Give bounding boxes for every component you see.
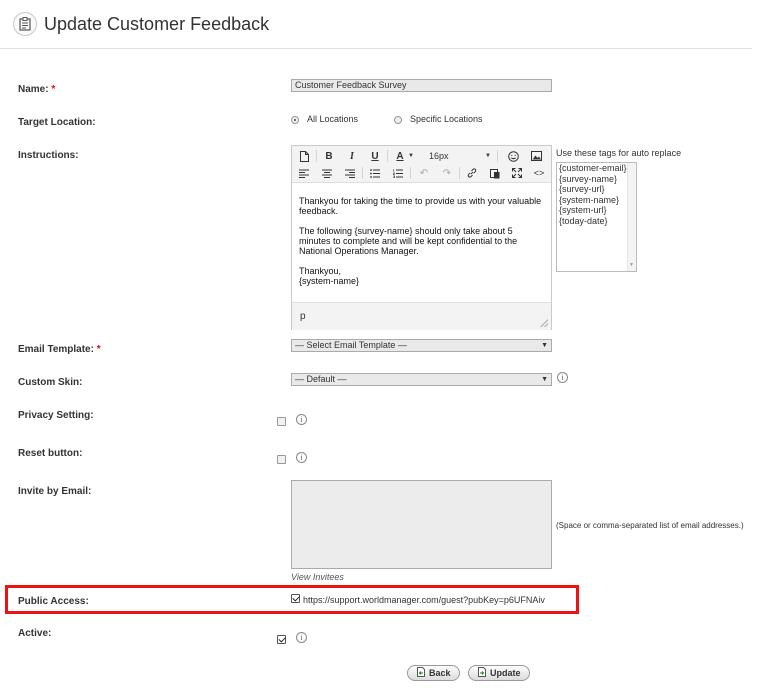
- font-size-select[interactable]: 16px: [429, 149, 489, 163]
- new-document-icon[interactable]: [296, 149, 312, 163]
- update-button[interactable]: Update: [468, 665, 530, 681]
- invite-email-textarea[interactable]: [291, 480, 552, 569]
- scroll-down-icon[interactable]: ▼: [629, 262, 634, 268]
- email-template-label-text: Email Template:: [18, 344, 94, 355]
- required-marker: *: [96, 344, 101, 355]
- italic-icon[interactable]: I: [344, 149, 360, 163]
- info-icon[interactable]: i: [296, 452, 307, 463]
- align-left-icon[interactable]: [296, 166, 312, 180]
- email-template-label: Email Template: *: [18, 344, 101, 355]
- required-marker: *: [51, 84, 56, 95]
- editor-toolbar: B I U A ▼ 16px ▼ ↶ ↷ <>: [292, 146, 551, 183]
- clipboard-icon: [13, 12, 37, 36]
- reset-button-label: Reset button:: [18, 448, 83, 459]
- editor-paragraph: The following {survey-name} should only …: [299, 226, 518, 256]
- invite-email-hint: (Space or comma-separated list of email …: [556, 521, 744, 530]
- align-right-icon[interactable]: [342, 166, 358, 180]
- bullet-list-icon[interactable]: [367, 166, 383, 180]
- back-button[interactable]: Back: [407, 665, 460, 681]
- editor-paragraph: Thankyou for taking the time to provide …: [299, 196, 542, 216]
- custom-skin-label: Custom Skin:: [18, 377, 83, 388]
- custom-skin-select[interactable]: — Default — ▼: [291, 373, 552, 386]
- paste-icon[interactable]: [487, 166, 503, 180]
- email-template-value: — Select Email Template —: [295, 340, 407, 350]
- align-center-icon[interactable]: [319, 166, 335, 180]
- editor-content[interactable]: Thankyou for taking the time to provide …: [299, 196, 545, 286]
- rich-text-editor: B I U A ▼ 16px ▼ ↶ ↷ <> Thankyou for tak…: [291, 145, 552, 330]
- tag-item[interactable]: {today-date}: [557, 216, 636, 227]
- name-input[interactable]: Customer Feedback Survey: [291, 79, 552, 92]
- instructions-label: Instructions:: [18, 150, 79, 161]
- privacy-setting-label: Privacy Setting:: [18, 410, 94, 421]
- redo-icon[interactable]: ↷: [439, 166, 455, 180]
- public-access-checkbox[interactable]: [291, 594, 300, 603]
- tag-item[interactable]: {survey-name}: [557, 174, 636, 185]
- editor-statusbar: p: [292, 302, 551, 330]
- view-invitees-link[interactable]: View Invitees: [291, 572, 344, 582]
- chevron-down-icon: ▼: [541, 376, 548, 383]
- tag-item[interactable]: {system-url}: [557, 205, 636, 216]
- active-label: Active:: [18, 628, 52, 639]
- fullscreen-icon[interactable]: [509, 166, 525, 180]
- editor-paragraph: Thankyou, {system-name}: [299, 266, 545, 286]
- custom-skin-value: — Default —: [295, 374, 347, 384]
- name-label-text: Name:: [18, 84, 49, 95]
- update-button-label: Update: [490, 668, 521, 678]
- reset-button-checkbox[interactable]: [277, 455, 286, 464]
- link-icon[interactable]: [464, 166, 480, 180]
- resize-handle-icon[interactable]: [540, 319, 548, 327]
- target-location-label: Target Location:: [18, 117, 96, 128]
- public-access-label: Public Access:: [18, 596, 89, 607]
- numbered-list-icon[interactable]: [390, 166, 406, 180]
- undo-icon[interactable]: ↶: [416, 166, 432, 180]
- back-icon: [416, 667, 426, 679]
- font-size-dropdown-icon[interactable]: ▼: [484, 149, 492, 163]
- chevron-down-icon: ▼: [541, 342, 548, 349]
- radio-all-locations[interactable]: [291, 116, 299, 124]
- source-code-icon[interactable]: <>: [531, 166, 547, 180]
- tag-item[interactable]: {system-name}: [557, 195, 636, 206]
- privacy-setting-checkbox[interactable]: [277, 417, 286, 426]
- info-icon[interactable]: i: [557, 372, 568, 383]
- radio-specific-locations-label[interactable]: Specific Locations: [410, 114, 483, 124]
- active-checkbox[interactable]: [277, 635, 286, 644]
- name-label: Name: *: [18, 84, 55, 95]
- public-access-url[interactable]: https://support.worldmanager.com/guest?p…: [303, 595, 545, 605]
- invite-by-email-label: Invite by Email:: [18, 486, 92, 497]
- bold-icon[interactable]: B: [321, 149, 337, 163]
- underline-icon[interactable]: U: [367, 149, 383, 163]
- page-title: Update Customer Feedback: [44, 14, 270, 34]
- tags-scrollbar[interactable]: ▼: [627, 163, 636, 271]
- tag-item[interactable]: {survey-url}: [557, 184, 636, 195]
- update-icon: [477, 667, 487, 679]
- image-icon[interactable]: [528, 149, 544, 163]
- text-color-icon[interactable]: A: [392, 149, 408, 163]
- editor-signature: {system-name}: [299, 276, 360, 286]
- header-divider: [0, 48, 752, 49]
- element-path[interactable]: p: [300, 311, 306, 322]
- radio-specific-locations[interactable]: [394, 116, 402, 124]
- tag-item[interactable]: {customer-email}: [557, 163, 636, 174]
- emoji-icon[interactable]: [505, 149, 521, 163]
- info-icon[interactable]: i: [296, 414, 307, 425]
- back-button-label: Back: [429, 668, 451, 678]
- editor-closing: Thankyou,: [299, 266, 342, 276]
- email-template-select[interactable]: — Select Email Template — ▼: [291, 339, 552, 352]
- chevron-down-icon[interactable]: ▼: [407, 149, 415, 163]
- radio-all-locations-label[interactable]: All Locations: [307, 114, 358, 124]
- info-icon[interactable]: i: [296, 632, 307, 643]
- tags-label: Use these tags for auto replace: [556, 148, 682, 158]
- tags-list[interactable]: {customer-email} {survey-name} {survey-u…: [556, 162, 637, 272]
